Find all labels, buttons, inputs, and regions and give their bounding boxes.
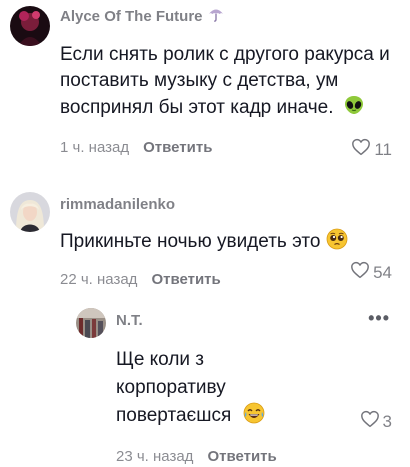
like-count: 11: [374, 139, 392, 159]
avatar[interactable]: [10, 192, 50, 232]
tears-of-joy-icon: [243, 402, 265, 433]
like-button[interactable]: 11: [351, 138, 392, 161]
reply-button[interactable]: Ответить: [143, 139, 212, 156]
comment-timestamp: 22 ч. назад: [60, 270, 138, 288]
like-button[interactable]: 54: [350, 261, 392, 284]
avatar[interactable]: [10, 6, 50, 46]
comment-text: Если снять ролик с другого ракурса и пос…: [60, 42, 390, 124]
reply-button[interactable]: Ответить: [151, 271, 220, 288]
alien-face-icon: [343, 94, 365, 124]
heart-icon: [351, 138, 371, 161]
comment-username[interactable]: N.T.: [116, 310, 410, 330]
comment-text: Прикиньте ночью увидеть это: [60, 228, 410, 258]
heart-icon: [350, 261, 370, 284]
comment-username[interactable]: rimmadanilenko: [60, 194, 410, 214]
heart-icon: [360, 410, 380, 433]
comment-item: Alyce Of The Future Если снять ролик с д…: [0, 0, 410, 170]
comment-meta: 23 ч. назад Ответить: [116, 445, 410, 467]
umbrella-icon: [207, 5, 225, 27]
avatar[interactable]: [76, 308, 106, 338]
like-count: 54: [373, 262, 392, 282]
comment-timestamp: 1 ч. назад: [60, 138, 130, 156]
pleading-face-icon: [326, 228, 348, 258]
like-button[interactable]: 3: [360, 410, 392, 433]
reply-item: ••• N.T. Ще коли з корпоративу повертаєш…: [0, 300, 410, 465]
reply-button[interactable]: Ответить: [207, 448, 276, 465]
comment-username[interactable]: Alyce Of The Future: [60, 6, 410, 26]
comment-text: Ще коли з корпоративу повертаєшся: [116, 346, 286, 433]
comment-item: rimmadanilenko Прикиньте ночью увидеть э…: [0, 186, 410, 288]
like-count: 3: [382, 411, 392, 431]
comment-timestamp: 23 ч. назад: [116, 447, 194, 465]
